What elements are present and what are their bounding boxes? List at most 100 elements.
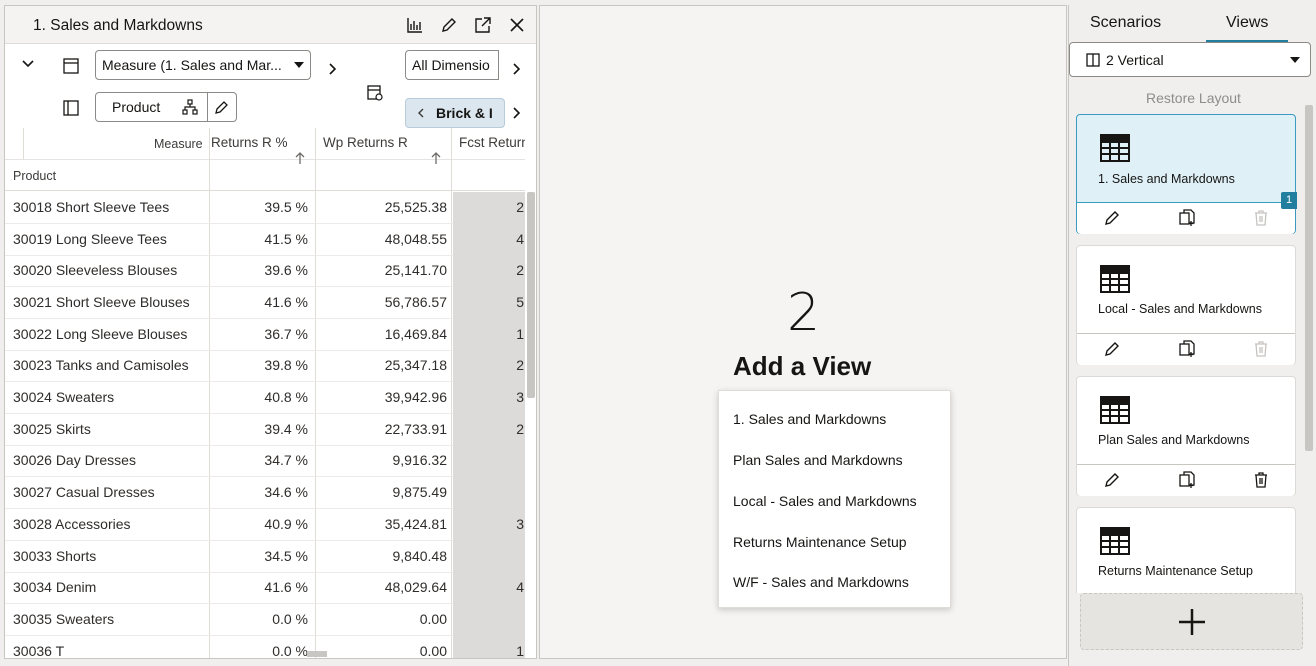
- tab-scenarios[interactable]: Scenarios: [1090, 14, 1161, 32]
- edit-icon[interactable]: [439, 15, 459, 35]
- column-layout-icon[interactable]: [61, 56, 81, 76]
- table-row[interactable]: 30019 Long Sleeve Tees 41.5 % 48,048.55 …: [5, 224, 525, 256]
- breadcrumb-pill[interactable]: Brick & I: [405, 98, 505, 128]
- chevron-down-icon[interactable]: [18, 54, 38, 74]
- wp-returns-r-cell[interactable]: 9,840.48: [317, 541, 448, 573]
- table-row[interactable]: 30022 Long Sleeve Blouses 36.7 % 16,469.…: [5, 319, 525, 351]
- wp-returns-r-cell[interactable]: 25,347.18: [317, 350, 447, 382]
- expand-icon[interactable]: [473, 15, 493, 35]
- dimension-select[interactable]: All Dimensio: [405, 50, 499, 80]
- chevron-right-icon[interactable]: [508, 105, 524, 121]
- table-row[interactable]: 30020 Sleeveless Blouses 39.6 % 25,141.7…: [5, 255, 525, 287]
- measure-select[interactable]: Measure (1. Sales and Mar...: [95, 50, 311, 80]
- add-view-button[interactable]: [1080, 593, 1303, 650]
- table-row[interactable]: 30036 T 0.0 % 0.00 1: [5, 636, 525, 658]
- row-layout-icon[interactable]: [61, 98, 81, 118]
- table-row[interactable]: 30027 Casual Dresses 34.6 % 9,875.49: [5, 477, 525, 509]
- returns-r-pct-cell[interactable]: 34.7 %: [211, 445, 308, 477]
- view-card[interactable]: Plan Sales and Markdowns: [1076, 376, 1296, 496]
- menu-item[interactable]: W/F - Sales and Markdowns: [733, 574, 909, 590]
- chevron-right-icon[interactable]: [324, 61, 340, 77]
- menu-item[interactable]: Plan Sales and Markdowns: [733, 452, 903, 468]
- close-icon[interactable]: [507, 15, 527, 35]
- pivot-settings-icon[interactable]: [365, 83, 385, 103]
- wp-returns-r-cell[interactable]: 16,469.84: [317, 319, 447, 351]
- table-row[interactable]: 30023 Tanks and Camisoles 39.8 % 25,347.…: [5, 350, 525, 382]
- duplicate-icon[interactable]: [1178, 209, 1196, 227]
- table-row[interactable]: 30034 Denim 41.6 % 48,029.64 4: [5, 572, 525, 604]
- returns-r-pct-cell[interactable]: 39.4 %: [211, 414, 308, 446]
- product-button[interactable]: Product: [95, 92, 237, 122]
- fcst-return-cell: [453, 604, 525, 636]
- menu-item[interactable]: 1. Sales and Markdowns: [733, 411, 886, 427]
- view-card[interactable]: Returns Maintenance Setup: [1076, 507, 1296, 593]
- delete-icon[interactable]: [1252, 471, 1270, 489]
- grid-vertical-scrollbar[interactable]: [527, 192, 535, 398]
- returns-r-pct-cell[interactable]: 34.5 %: [211, 541, 308, 573]
- edit-icon[interactable]: [1103, 340, 1121, 358]
- returns-r-pct-cell[interactable]: 41.6 %: [211, 287, 308, 319]
- returns-r-pct-cell[interactable]: 40.9 %: [211, 509, 308, 541]
- wp-returns-r-cell[interactable]: 25,141.70: [317, 255, 447, 287]
- fcst-return-cell: 1: [453, 319, 525, 351]
- table-row[interactable]: 30025 Skirts 39.4 % 22,733.91 2: [5, 414, 525, 446]
- wp-returns-r-cell[interactable]: 0.00: [317, 604, 447, 636]
- sort-up-icon[interactable]: [294, 151, 306, 165]
- wp-returns-r-cell[interactable]: 25,525.38: [317, 192, 447, 224]
- wp-returns-r-cell[interactable]: 22,733.91: [317, 414, 447, 446]
- restore-layout-button[interactable]: Restore Layout: [1146, 90, 1241, 106]
- layout-select[interactable]: 2 Vertical: [1069, 42, 1311, 77]
- menu-item[interactable]: Returns Maintenance Setup: [733, 534, 907, 550]
- button-divider: [207, 93, 208, 121]
- table-row[interactable]: 30026 Day Dresses 34.7 % 9,916.32: [5, 445, 525, 477]
- table-row[interactable]: 30021 Short Sleeve Blouses 41.6 % 56,786…: [5, 287, 525, 319]
- grid-horizontal-scrollbar[interactable]: [307, 651, 327, 657]
- menu-item[interactable]: Local - Sales and Markdowns: [733, 493, 917, 509]
- returns-r-pct-cell[interactable]: 39.8 %: [211, 350, 308, 382]
- view-card[interactable]: 1. Sales and Markdowns: [1076, 114, 1296, 234]
- returns-r-pct-cell[interactable]: 41.5 %: [211, 224, 308, 256]
- sidebar-scrollbar[interactable]: [1305, 105, 1313, 451]
- wp-returns-r-cell[interactable]: 35,424.81: [317, 509, 447, 541]
- returns-r-pct-cell[interactable]: 36.7 %: [211, 319, 308, 351]
- sort-up-icon[interactable]: [430, 151, 442, 165]
- wp-returns-r-cell[interactable]: 56,786.57: [317, 287, 447, 319]
- returns-r-pct-cell[interactable]: 41.6 %: [211, 572, 308, 604]
- table-row[interactable]: 30028 Accessories 40.9 % 35,424.81 3: [5, 509, 525, 541]
- view-card[interactable]: Local - Sales and Markdowns: [1076, 245, 1296, 365]
- wp-returns-r-cell[interactable]: 48,029.64: [317, 572, 447, 604]
- chart-icon[interactable]: [405, 15, 425, 35]
- chevron-left-icon[interactable]: [415, 107, 427, 119]
- edit-icon[interactable]: [1103, 209, 1121, 227]
- returns-r-pct-cell[interactable]: 40.8 %: [211, 382, 308, 414]
- table-row[interactable]: 30024 Sweaters 40.8 % 39,942.96 3: [5, 382, 525, 414]
- fcst-return-cell: 5: [453, 287, 525, 319]
- table-row[interactable]: 30018 Short Sleeve Tees 39.5 % 25,525.38…: [5, 192, 525, 224]
- returns-r-pct-cell[interactable]: 0.0 %: [211, 604, 308, 636]
- duplicate-icon[interactable]: [1178, 471, 1196, 489]
- column-header-wp-returns-r[interactable]: Wp Returns R: [323, 135, 408, 150]
- table-icon: [1100, 134, 1130, 162]
- wp-returns-r-cell[interactable]: 39,942.96: [317, 382, 447, 414]
- edit-icon[interactable]: [1103, 471, 1121, 489]
- table-row[interactable]: 30033 Shorts 34.5 % 9,840.48: [5, 541, 525, 573]
- column-header-returns-r-pct[interactable]: Returns R %: [211, 135, 288, 150]
- column-header-fcst-return[interactable]: Fcst Return: [459, 135, 525, 150]
- wp-returns-r-cell[interactable]: 9,875.49: [317, 477, 448, 509]
- wp-returns-r-cell[interactable]: 0.00: [317, 636, 447, 658]
- wp-returns-r-cell[interactable]: 48,048.55: [317, 224, 447, 256]
- table-row[interactable]: 30035 Sweaters 0.0 % 0.00: [5, 604, 525, 636]
- fcst-return-cell: 4: [453, 572, 525, 604]
- edit-icon[interactable]: [214, 99, 230, 118]
- hierarchy-icon[interactable]: [182, 99, 198, 118]
- returns-r-pct-cell[interactable]: 34.6 %: [211, 477, 308, 509]
- returns-r-pct-cell[interactable]: 0.0 %: [211, 636, 308, 658]
- delete-icon: [1255, 341, 1267, 357]
- returns-r-pct-cell[interactable]: 39.6 %: [211, 255, 308, 287]
- wp-returns-r-cell[interactable]: 9,916.32: [317, 445, 448, 477]
- returns-r-pct-cell[interactable]: 39.5 %: [211, 192, 308, 224]
- duplicate-icon[interactable]: [1178, 340, 1196, 358]
- tab-views[interactable]: Views: [1226, 14, 1268, 32]
- view-panel: 1. Sales and Markdowns Measure (1. Sales…: [4, 5, 537, 659]
- chevron-right-icon[interactable]: [508, 61, 524, 77]
